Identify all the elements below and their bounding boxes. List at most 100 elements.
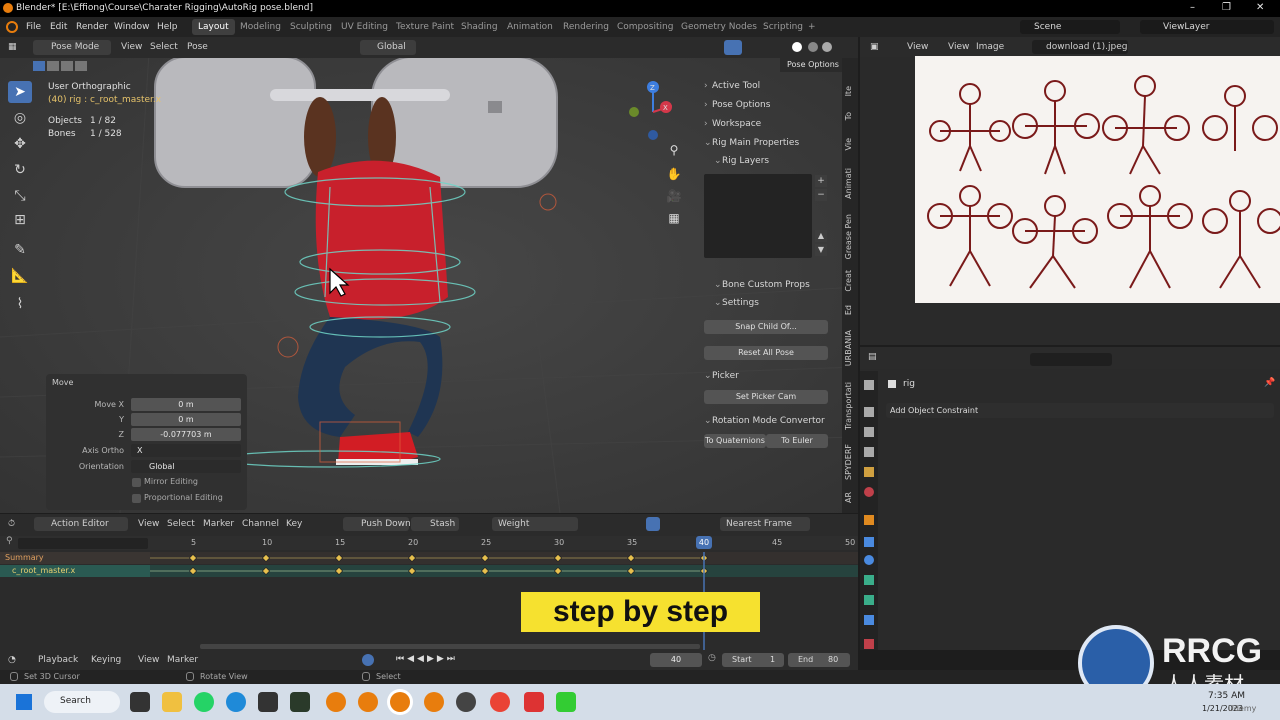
camera-view-icon[interactable]: 🎥 bbox=[664, 189, 684, 209]
move-z-field[interactable]: -0.077703 m bbox=[131, 428, 241, 441]
select-subtract-icon[interactable] bbox=[61, 61, 73, 71]
scene-properties-icon[interactable] bbox=[864, 467, 874, 477]
mirror-editing-checkbox[interactable] bbox=[132, 478, 141, 487]
menu-help[interactable]: Help bbox=[157, 22, 178, 32]
action-menu-key[interactable]: Key bbox=[286, 519, 302, 529]
tab-layout[interactable]: Layout bbox=[192, 19, 235, 35]
object-properties-icon[interactable] bbox=[864, 515, 874, 525]
image-menu-image[interactable]: Image bbox=[976, 42, 1004, 52]
tab-sculpting[interactable]: Sculpting bbox=[290, 22, 332, 32]
minimize-button[interactable]: – bbox=[1190, 2, 1195, 13]
keyframe-marker[interactable] bbox=[554, 567, 562, 575]
action-editor-type-icon[interactable]: ⏱ bbox=[8, 519, 15, 529]
modifier-properties-icon[interactable] bbox=[864, 537, 874, 547]
action-menu-select[interactable]: Select bbox=[167, 519, 195, 529]
skull-app-icon[interactable] bbox=[456, 692, 476, 712]
tab-transportation[interactable]: Transportati bbox=[844, 382, 856, 430]
view-layer-properties-icon[interactable] bbox=[864, 447, 874, 457]
output-properties-icon[interactable] bbox=[864, 427, 874, 437]
tool-properties-icon[interactable] bbox=[864, 380, 874, 390]
app-red-icon[interactable] bbox=[524, 692, 544, 712]
panel-pose-options[interactable]: Pose Options bbox=[704, 97, 830, 113]
stopwatch-icon[interactable]: ◷ bbox=[708, 653, 716, 663]
edge-icon[interactable] bbox=[226, 692, 246, 712]
menu-window[interactable]: Window bbox=[114, 22, 150, 32]
keyframe-marker[interactable] bbox=[627, 554, 635, 562]
annotate-tool-icon[interactable]: ✎ bbox=[8, 239, 32, 261]
reset-all-pose-button[interactable]: Reset All Pose bbox=[704, 346, 828, 360]
panel-rig-layers[interactable]: Rig Layers bbox=[714, 153, 840, 169]
only-selected-icon[interactable] bbox=[646, 517, 660, 531]
keyframe-marker[interactable] bbox=[189, 567, 197, 575]
keyframe-marker[interactable] bbox=[408, 554, 416, 562]
select-extend-icon[interactable] bbox=[47, 61, 59, 71]
keyframe-marker[interactable] bbox=[189, 554, 197, 562]
action-menu-view[interactable]: View bbox=[138, 519, 159, 529]
panel-settings[interactable]: Settings bbox=[714, 295, 840, 311]
add-layer-icon[interactable]: + bbox=[815, 175, 827, 187]
tab-ar[interactable]: AR bbox=[844, 492, 856, 503]
channel-search-input[interactable] bbox=[18, 538, 148, 549]
cursor-tool-icon[interactable]: ◎ bbox=[8, 107, 32, 129]
bone-properties-icon[interactable] bbox=[864, 595, 874, 605]
select-box-mode-icon[interactable] bbox=[33, 61, 45, 71]
tab-grease-pencil[interactable]: Grease Pen bbox=[844, 214, 856, 259]
data-properties-icon[interactable] bbox=[864, 575, 874, 585]
tab-spyderf[interactable]: SPYDERF bbox=[844, 444, 856, 480]
image-editor[interactable]: ▣ View View Image download (1).jpeg bbox=[860, 37, 1280, 345]
menu-render[interactable]: Render bbox=[76, 22, 108, 32]
gizmo-toggle-icon[interactable] bbox=[724, 40, 742, 55]
properties-editor-type-icon[interactable]: ▤ bbox=[868, 352, 877, 362]
chrome-icon[interactable] bbox=[490, 692, 510, 712]
rig-layers-list[interactable] bbox=[704, 174, 812, 258]
remove-layer-icon[interactable]: − bbox=[815, 189, 827, 201]
scale-tool-icon[interactable]: ⤡ bbox=[8, 185, 32, 207]
texture-properties-icon[interactable] bbox=[864, 639, 874, 649]
terminal-icon[interactable] bbox=[258, 692, 278, 712]
set-picker-cam-button[interactable]: Set Picker Cam bbox=[704, 390, 828, 404]
tab-animation[interactable]: Animati bbox=[844, 168, 856, 199]
proportional-editing-checkbox[interactable] bbox=[132, 494, 141, 503]
panel-rotation-mode-convertor[interactable]: Rotation Mode Convertor bbox=[704, 413, 830, 429]
keyframe-marker[interactable] bbox=[481, 554, 489, 562]
auto-key-icon[interactable] bbox=[362, 654, 374, 666]
pan-hand-icon[interactable]: ✋ bbox=[664, 167, 684, 187]
maximize-button[interactable]: ❐ bbox=[1222, 2, 1231, 13]
properties-search-input[interactable] bbox=[1030, 353, 1112, 366]
tab-tool[interactable]: To bbox=[844, 112, 856, 120]
select-invert-icon[interactable] bbox=[75, 61, 87, 71]
timeline-menu-marker[interactable]: Marker bbox=[167, 655, 198, 665]
axis-ortho-dropdown[interactable]: X bbox=[131, 444, 241, 457]
move-tool-icon[interactable]: ✥ bbox=[8, 133, 32, 155]
keyframe-marker[interactable] bbox=[627, 567, 635, 575]
select-tool-icon[interactable]: ➤ bbox=[8, 81, 32, 103]
tab-shading[interactable]: Shading bbox=[461, 22, 498, 32]
panel-active-tool[interactable]: Active Tool bbox=[704, 78, 830, 94]
measure-tool-icon[interactable]: 📐 bbox=[8, 265, 32, 287]
blender-menu-icon[interactable] bbox=[6, 21, 18, 33]
channel-search-icon[interactable]: ⚲ bbox=[6, 536, 13, 546]
timeline-menu-playback[interactable]: Playback bbox=[38, 655, 78, 665]
blender-taskbar-icon-2[interactable] bbox=[358, 692, 378, 712]
tab-edit[interactable]: Ed bbox=[844, 305, 856, 315]
tab-rendering[interactable]: Rendering bbox=[563, 22, 609, 32]
tab-view[interactable]: Vie bbox=[844, 138, 856, 150]
tab-uv-editing[interactable]: UV Editing bbox=[341, 22, 388, 32]
tab-modeling[interactable]: Modeling bbox=[240, 22, 281, 32]
ortho-toggle-icon[interactable]: ▦ bbox=[664, 211, 684, 231]
tab-item[interactable]: Ite bbox=[844, 86, 856, 96]
menu-edit[interactable]: Edit bbox=[50, 22, 67, 32]
timeline-menu-keying[interactable]: Keying bbox=[91, 655, 121, 665]
panel-picker[interactable]: Picker bbox=[704, 368, 830, 384]
image-editor-type-icon[interactable]: ▣ bbox=[870, 42, 879, 52]
image-menu-view-1[interactable]: View bbox=[907, 42, 928, 52]
tab-animation[interactable]: Animation bbox=[507, 22, 553, 32]
panel-bone-custom-props[interactable]: Bone Custom Props bbox=[714, 277, 840, 293]
editor-type-icon[interactable]: ▦ bbox=[8, 42, 17, 52]
playback-controls-icon[interactable]: ⏮◀◀▶▶⏭ bbox=[396, 654, 458, 664]
tab-geometry-nodes[interactable]: Geometry Nodes bbox=[681, 22, 757, 32]
render-properties-icon[interactable] bbox=[864, 407, 874, 417]
timeline-menu-view[interactable]: View bbox=[138, 655, 159, 665]
blender-taskbar-icon-active[interactable] bbox=[390, 692, 410, 712]
bone-constraint-icon[interactable] bbox=[864, 615, 874, 625]
